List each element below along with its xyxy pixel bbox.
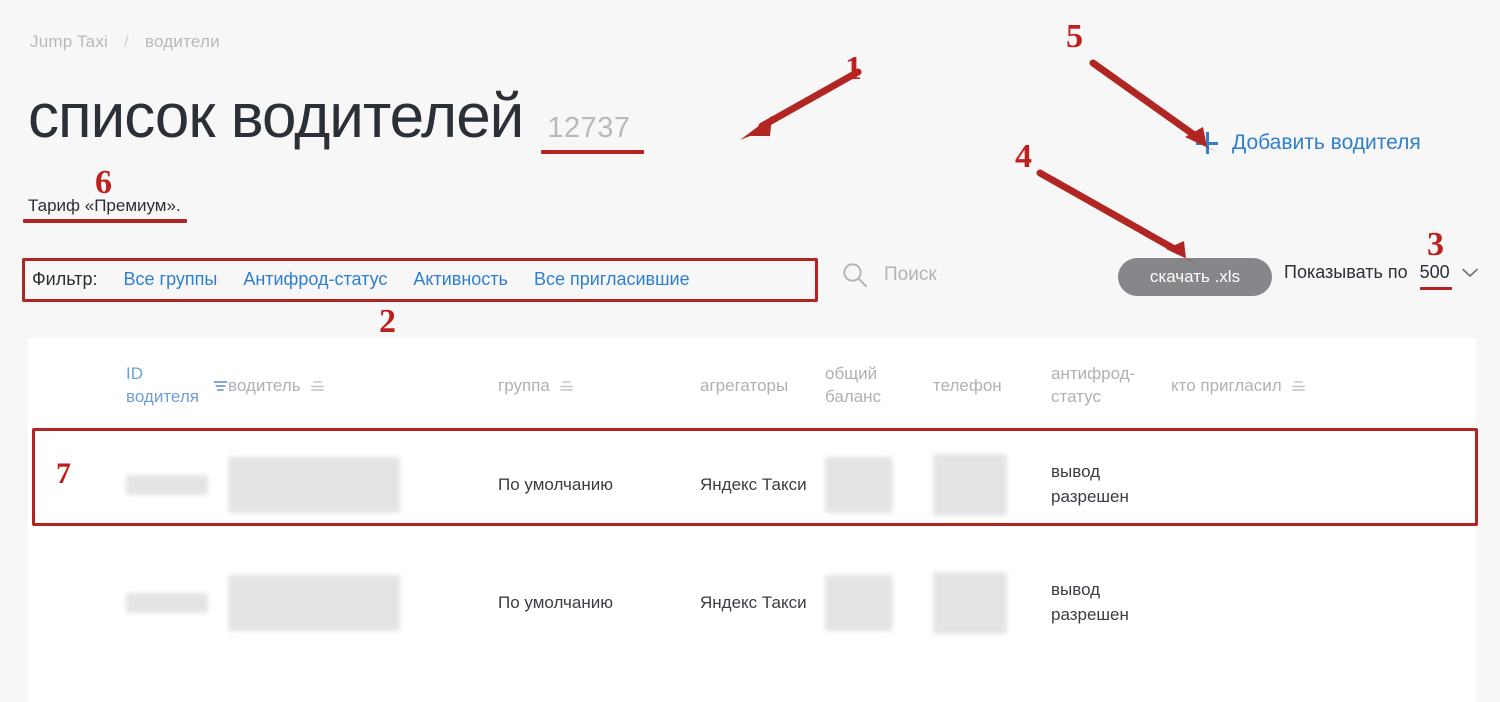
per-page-value: 500: [1419, 262, 1450, 282]
per-page-label: Показывать по: [1284, 262, 1408, 282]
chevron-down-icon: [1461, 268, 1478, 277]
redacted-id: [126, 593, 208, 613]
redacted-phone: [933, 572, 1007, 634]
cell-antifraud-line2: разрешен: [1051, 605, 1129, 624]
cell-aggregators: Яндекс Такси: [700, 473, 825, 498]
download-xls-button[interactable]: скачать .xls: [1118, 258, 1272, 296]
column-header-id[interactable]: ID водителя: [28, 363, 228, 409]
column-header-antifraud: антифрод- статус: [1051, 363, 1171, 409]
search-placeholder: Поиск: [884, 264, 937, 285]
annotation-underline-perpage: [1419, 287, 1452, 290]
table-row[interactable]: По умолчанию Яндекс Такси вывод разрешен: [28, 544, 1476, 662]
cell-antifraud-line2: разрешен: [1051, 487, 1129, 506]
per-page-select[interactable]: Показывать по 500: [1284, 262, 1478, 290]
column-header-invited-by[interactable]: кто пригласил: [1171, 375, 1411, 398]
add-driver-button[interactable]: Добавить водителя: [1196, 131, 1421, 155]
filter-sort-icon: [213, 381, 228, 391]
cell-aggregators: Яндекс Такси: [700, 591, 825, 616]
redacted-driver-name: [228, 575, 400, 631]
cell-antifraud: вывод разрешен: [1051, 578, 1171, 627]
breadcrumb-separator: /: [124, 32, 129, 51]
annotation-marker-1: 1: [845, 50, 862, 87]
driver-count: 12737: [547, 112, 631, 144]
table-header-row: ID водителя водитель группа агрегаторы о…: [28, 338, 1476, 426]
breadcrumb-root-link[interactable]: Jump Taxi: [30, 32, 108, 52]
cell-group-line2: умолчанию: [524, 474, 613, 494]
cell-group: По умолчанию: [498, 473, 700, 498]
sort-icon: [560, 381, 573, 391]
column-header-phone-label: телефон: [933, 375, 1002, 395]
cell-group-line2: умолчанию: [524, 592, 613, 612]
cell-antifraud-line1: вывод: [1051, 580, 1101, 600]
redacted-balance: [825, 457, 893, 513]
per-page-value-wrapper: 500: [1419, 262, 1452, 290]
cell-aggregator-line1: Яндекс: [700, 592, 758, 612]
cell-antifraud-line1: вывод: [1051, 462, 1101, 482]
breadcrumb-current: водители: [144, 32, 220, 51]
column-header-balance-line2: баланс: [825, 387, 882, 406]
filter-activity[interactable]: Активность: [413, 269, 508, 290]
redacted-id: [126, 475, 208, 495]
annotation-marker-4: 4: [1015, 138, 1032, 175]
column-header-balance-line1: общий: [825, 364, 878, 384]
column-header-driver[interactable]: водитель: [228, 375, 498, 398]
column-header-group[interactable]: группа: [498, 375, 700, 398]
drivers-table-panel: ID водителя водитель группа агрегаторы о…: [28, 338, 1476, 702]
filter-bar: Фильтр: Все группы Антифрод-статус Актив…: [32, 262, 690, 296]
sort-icon: [1291, 381, 1305, 391]
column-header-antifraud-line1: антифрод-: [1051, 364, 1136, 384]
page-title: список водителей: [28, 82, 524, 151]
sort-icon: [310, 381, 324, 391]
column-header-antifraud-line2: статус: [1051, 387, 1101, 406]
cell-balance: [825, 457, 933, 513]
cell-group-line1: По: [498, 474, 520, 494]
cell-group-line1: По: [498, 592, 520, 612]
annotation-marker-7: 7: [56, 457, 71, 490]
table-row[interactable]: По умолчанию Яндекс Такси вывод разрешен: [28, 426, 1476, 544]
cell-driver: [228, 575, 498, 631]
annotation-marker-3: 3: [1427, 226, 1444, 263]
column-header-id-label: ID водителя: [126, 364, 199, 406]
annotation-underline-count: [541, 150, 645, 154]
column-header-invited-by-label: кто пригласил: [1171, 375, 1282, 395]
annotation-marker-5: 5: [1066, 18, 1083, 55]
column-header-balance: общий баланс: [825, 363, 933, 409]
cell-aggregator-line2: Такси: [761, 474, 807, 494]
cell-driver: [228, 457, 498, 513]
column-header-group-label: группа: [498, 375, 550, 395]
cell-phone: [933, 572, 1051, 634]
search-icon: [843, 263, 867, 288]
column-header-aggregators: агрегаторы: [700, 375, 825, 398]
column-header-driver-label: водитель: [228, 375, 301, 395]
driver-count-wrapper: 12737: [541, 112, 645, 154]
filter-label: Фильтр:: [32, 268, 98, 289]
download-xls-label: скачать .xls: [1149, 267, 1241, 286]
annotation-underline-tariff: [23, 219, 187, 223]
cell-aggregator-line2: Такси: [761, 592, 807, 612]
redacted-balance: [825, 575, 893, 631]
annotation-marker-6: 6: [95, 164, 112, 201]
add-driver-label: Добавить водителя: [1232, 131, 1421, 154]
filter-all-groups[interactable]: Все группы: [123, 269, 217, 290]
search-field[interactable]: Поиск: [842, 262, 937, 288]
cell-antifraud: вывод разрешен: [1051, 460, 1171, 509]
cell-aggregator-line1: Яндекс: [700, 474, 758, 494]
column-header-aggregators-label: агрегаторы: [700, 375, 789, 395]
breadcrumb: Jump Taxi / водители: [30, 32, 220, 52]
cell-id: [28, 593, 228, 613]
cell-balance: [825, 575, 933, 631]
redacted-driver-name: [228, 457, 400, 513]
cell-phone: [933, 454, 1051, 516]
filter-antifraud-status[interactable]: Антифрод-статус: [243, 269, 387, 290]
plus-icon: [1196, 132, 1218, 154]
page-title-row: список водителей 12737: [28, 82, 645, 154]
redacted-phone: [933, 454, 1007, 516]
column-header-phone: телефон: [933, 375, 1051, 398]
page-root: Jump Taxi / водители список водителей 12…: [0, 0, 1500, 702]
filter-all-inviters[interactable]: Все пригласившие: [534, 269, 690, 290]
annotation-marker-2: 2: [379, 303, 396, 340]
cell-group: По умолчанию: [498, 591, 700, 616]
